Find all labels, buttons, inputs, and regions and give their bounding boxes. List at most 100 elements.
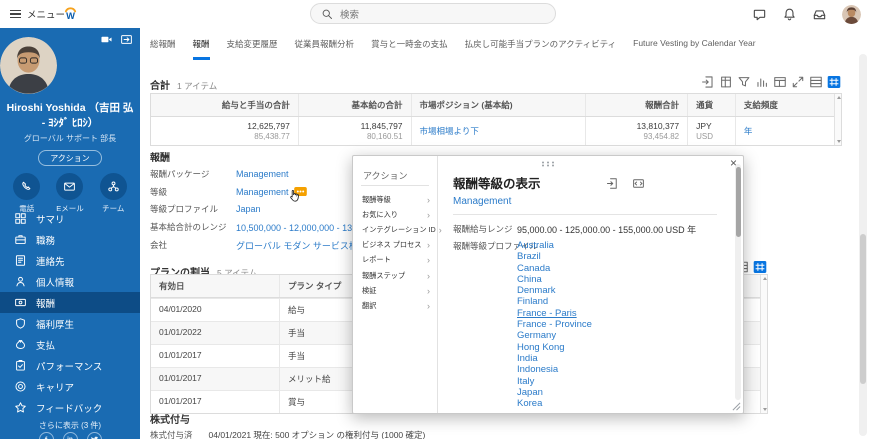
profile-link[interactable]: Brazil — [517, 251, 541, 262]
action-menu-item[interactable]: お気に入り › — [353, 207, 437, 222]
profile-link[interactable]: France - Paris — [517, 308, 577, 319]
table-scrollbar[interactable] — [834, 94, 841, 145]
profile-link[interactable]: France - Province — [517, 319, 592, 330]
cell-effective-date: 01/01/2017 — [159, 373, 202, 383]
table-scrollbar[interactable] — [760, 275, 767, 413]
cell-compensation-total: 13,810,377 93,454.82 — [584, 117, 687, 145]
page-scrollbar[interactable] — [859, 54, 867, 436]
actions-button[interactable]: アクション — [38, 150, 102, 167]
totals-count: 1 アイテム — [177, 81, 218, 91]
workday-logo[interactable]: W — [62, 5, 79, 22]
sidebar-item-personal[interactable]: 個人情報 — [0, 271, 140, 292]
popup-scrollbar[interactable] — [735, 164, 741, 400]
page-scrollbar-thumb[interactable] — [860, 234, 866, 384]
profile-link[interactable]: Korea — [517, 398, 542, 409]
view-grid-icon[interactable] — [827, 75, 841, 89]
popup-scrollbar-thumb[interactable] — [735, 167, 741, 237]
chat-icon[interactable] — [752, 7, 767, 22]
profile-link[interactable]: Australia — [517, 240, 554, 251]
profile-link[interactable]: Hong Kong — [517, 342, 565, 353]
inbox-icon[interactable] — [812, 7, 827, 22]
profile-photo[interactable] — [0, 37, 57, 94]
action-menu-item[interactable]: 報酬ステップ › — [353, 268, 437, 283]
chevron-right-icon: › — [427, 240, 430, 251]
totals-table: 給与と手当の合計 基本給の合計 市場ポジション (基本給) 報酬合計 通貨 支給頻度 12… — [150, 93, 842, 146]
bell-icon[interactable] — [782, 7, 797, 22]
action-menu-item[interactable]: ビジネス プロセス › — [353, 238, 437, 253]
chevron-right-icon: › — [427, 270, 430, 281]
grade-link[interactable]: Management — [453, 196, 511, 207]
sidebar-item-compensation[interactable]: 報酬 — [0, 292, 140, 313]
view-rows-icon[interactable] — [809, 75, 823, 89]
action-menu-item[interactable]: レポート › — [353, 253, 437, 268]
twitter-icon[interactable] — [86, 432, 102, 439]
field-value-link[interactable]: Management — [236, 187, 289, 197]
tab-6[interactable]: Future Vesting by Calendar Year — [633, 38, 755, 60]
sidebar-item-benefits[interactable]: 福利厚生 — [0, 313, 140, 334]
sidebar-item-career[interactable]: キャリア — [0, 376, 140, 397]
compare-icon[interactable] — [120, 33, 133, 46]
profile-avatar-small[interactable] — [842, 4, 861, 24]
filter-icon[interactable] — [737, 75, 751, 89]
totals-title: 合計 — [150, 81, 170, 92]
career-icon — [14, 380, 27, 393]
camera-icon[interactable] — [100, 33, 113, 46]
stock-row: 株式付与済 04/01/2021 現在: 500 オプション の権利付与 (10… — [150, 429, 425, 439]
sidebar-item-pay[interactable]: 支払 — [0, 334, 140, 355]
tab-4[interactable]: 賞与と一時金の支払 — [371, 38, 448, 60]
view-grid-icon[interactable] — [753, 260, 767, 274]
profile-link[interactable]: China — [517, 274, 542, 285]
linkedin-icon[interactable]: in — [62, 432, 78, 439]
action-menu-item[interactable]: インテグレーション ID › — [353, 222, 442, 237]
export-doc-icon[interactable] — [701, 75, 715, 89]
sidebar-item-summary[interactable]: サマリ — [0, 208, 140, 229]
totals-column-header: 給与と手当の合計 — [221, 100, 290, 110]
frequency-link[interactable]: 年 — [744, 126, 753, 136]
field-label: 基本給合計のレンジ — [150, 222, 227, 233]
sidebar-item-feedback[interactable]: フィードバック — [0, 397, 140, 418]
export-sheet-icon[interactable] — [719, 75, 733, 89]
chevron-right-icon: › — [427, 255, 430, 266]
profile-link[interactable]: Denmark — [517, 285, 556, 296]
profile-link[interactable]: Germany — [517, 330, 556, 341]
actions-menu: 報酬等級 › お気に入り › インテグレーション ID › ビジネス プロセス › レポート › 報… — [353, 192, 442, 314]
export-doc-icon[interactable] — [606, 177, 619, 190]
show-more-link[interactable]: さらに表示 (3 件) — [0, 420, 140, 431]
table-icon[interactable] — [773, 75, 787, 89]
market-position-link[interactable]: 市場相場より下 — [420, 126, 479, 136]
search-input[interactable]: 検索 — [310, 3, 556, 24]
cell-market-position: 市場相場より下 — [410, 117, 585, 145]
profile-link[interactable]: Italy — [517, 376, 534, 387]
window-icon[interactable] — [632, 177, 645, 190]
profile-link[interactable]: Indonesia — [517, 364, 558, 375]
resize-handle-icon[interactable] — [732, 402, 741, 411]
tab-1[interactable]: 報酬 — [192, 38, 210, 60]
field-value-link[interactable]: Management — [236, 169, 289, 179]
range-value: 95,000.00 - 125,000.00 - 155,000.00 USD … — [517, 225, 697, 235]
action-menu-item[interactable]: 検証 › — [353, 283, 437, 298]
tab-3[interactable]: 従業員報酬分析 — [295, 38, 355, 60]
field-value-link[interactable]: Japan — [236, 204, 261, 214]
profile-link[interactable]: India — [517, 353, 538, 364]
related-actions-icon[interactable] — [293, 187, 307, 197]
profile-link[interactable]: Japan — [517, 387, 543, 398]
sidebar-item-job[interactable]: 職務 — [0, 229, 140, 250]
tab-2[interactable]: 支給変更履歴 — [227, 38, 278, 60]
tab-bar: 総報酬 報酬 支給変更履歴 従業員報酬分析 賞与と一時金の支払 払戻し可能手当プランのアク… — [150, 38, 756, 60]
sidebar-item-contact[interactable]: 連絡先 — [0, 250, 140, 271]
profile-link[interactable]: Finland — [517, 296, 548, 307]
search-placeholder: 検索 — [340, 9, 360, 21]
tab-5[interactable]: 払戻し可能手当プランのアクティビティ — [465, 38, 617, 60]
facebook-icon[interactable]: f — [38, 432, 54, 439]
popup-title: 報酬等級の表示 — [453, 177, 541, 191]
tab-0[interactable]: 総報酬 — [150, 38, 176, 60]
global-menu-button[interactable]: メニュー — [10, 0, 65, 28]
chart-icon[interactable] — [755, 75, 769, 89]
sidebar-item-performance[interactable]: パフォーマンス — [0, 355, 140, 376]
action-menu-item[interactable]: 報酬等級 › — [353, 192, 437, 207]
action-menu-item[interactable]: 翻訳 › — [353, 298, 437, 313]
expand-icon[interactable] — [791, 75, 805, 89]
actions-menu-title: アクション — [363, 171, 408, 181]
profile-link[interactable]: Canada — [517, 263, 550, 274]
svg-text:W: W — [66, 11, 75, 21]
